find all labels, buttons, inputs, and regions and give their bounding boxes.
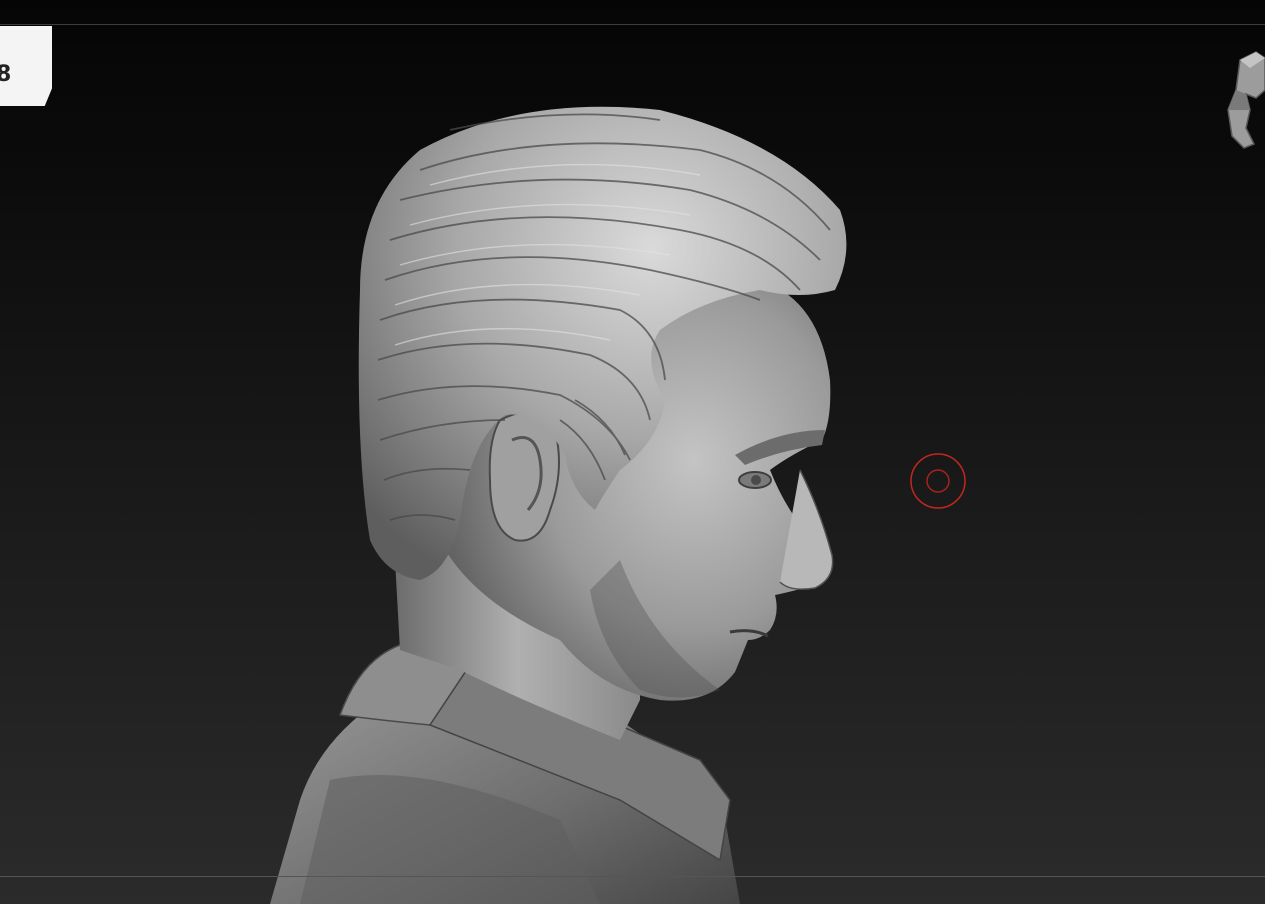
navigation-cube-icon[interactable] <box>1226 50 1265 150</box>
corner-glyph: 8 <box>0 62 12 87</box>
brush-cursor-icon <box>910 453 966 509</box>
bottom-border <box>0 876 1265 877</box>
eye-iris <box>751 475 761 485</box>
3d-viewport[interactable]: 8 <box>0 0 1265 904</box>
top-border <box>0 24 1265 25</box>
corner-menu-icon[interactable]: 8 <box>0 26 52 106</box>
sculpt-model[interactable] <box>0 0 1265 904</box>
